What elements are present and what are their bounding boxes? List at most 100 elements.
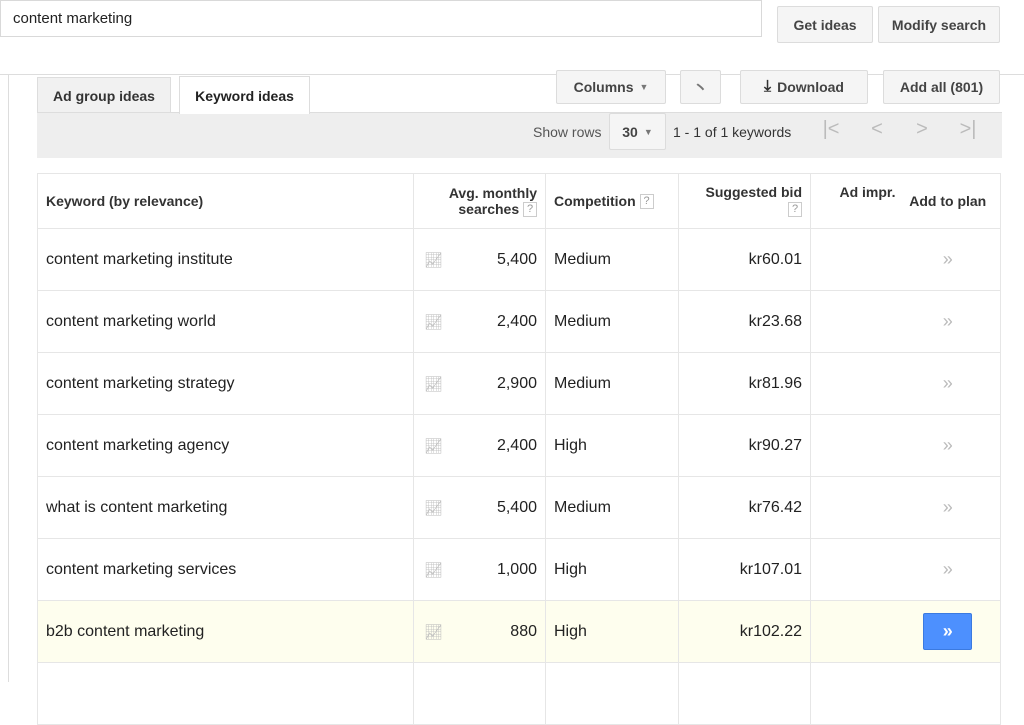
add-to-plan-cell: »	[895, 538, 1001, 601]
tab-ad-group-ideas[interactable]: Ad group ideas	[37, 77, 171, 113]
help-icon[interactable]: ?	[788, 201, 802, 217]
add-to-plan-cell: »	[895, 290, 1001, 353]
bid-cell: kr76.42	[678, 476, 811, 539]
competition-cell: Medium	[545, 476, 679, 539]
keyword-cell: content marketing world	[37, 290, 414, 353]
first-page-icon[interactable]: |<	[811, 118, 851, 141]
trend-chart-icon[interactable]: 📈︎	[424, 499, 443, 517]
header-competition-label: Competition	[554, 192, 636, 209]
searches-value: 2,400	[496, 436, 537, 454]
searches-value: 5,400	[496, 250, 537, 268]
modify-search-button[interactable]: Modify search	[878, 6, 1000, 43]
rows-value: 30	[622, 123, 638, 140]
header-searches-line2: searches	[458, 200, 520, 217]
bid-cell: kr90.27	[678, 414, 811, 477]
competition-cell: Medium	[545, 228, 679, 291]
header-searches[interactable]: Avg. monthly searches ?	[413, 173, 546, 229]
columns-label: Columns	[573, 79, 634, 95]
searches-value: 5,400	[496, 498, 537, 516]
add-to-plan-cell: »	[895, 476, 1001, 539]
table-row: content marketing institute 📈︎ 5,400 Medi…	[37, 228, 1001, 291]
header-bid[interactable]: Suggested bid?	[678, 173, 811, 229]
bid-cell: kr107.01	[678, 538, 811, 601]
header-searches-line1: Avg. monthly	[448, 184, 537, 201]
pager-range: 1 - 1 of 1 keywords	[673, 124, 792, 140]
chart-icon: ⼂	[692, 79, 708, 97]
bid-cell: kr102.22	[678, 600, 811, 663]
trend-chart-icon[interactable]: 📈︎	[424, 313, 443, 331]
bid-cell: kr23.68	[678, 290, 811, 353]
searches-cell: 📈︎ 2,400	[413, 290, 546, 353]
competition-cell: High	[545, 600, 679, 663]
keyword-cell: content marketing agency	[37, 414, 414, 477]
keyword-table: Keyword (by relevance) Avg. monthly searc…	[37, 173, 1001, 725]
trend-chart-icon[interactable]: 📈︎	[424, 251, 443, 269]
next-page-icon[interactable]: >	[902, 118, 942, 141]
table-row	[37, 662, 1001, 725]
add-to-plan-icon[interactable]: »	[943, 373, 953, 393]
searches-value: 2,900	[496, 374, 537, 392]
ad-impr-cell	[810, 352, 896, 415]
chevron-down-icon: ▼	[643, 126, 653, 137]
add-to-plan-icon[interactable]: »	[943, 497, 953, 517]
ad-impr-cell	[810, 538, 896, 601]
get-ideas-button[interactable]: Get ideas	[777, 6, 873, 43]
keyword-cell: b2b content marketing	[37, 600, 414, 663]
keyword-cell: content marketing institute	[37, 228, 414, 291]
add-all-button[interactable]: Add all (801)	[883, 70, 1000, 104]
keyword-cell: content marketing strategy	[37, 352, 414, 415]
searches-cell: 📈︎ 5,400	[413, 476, 546, 539]
chevron-down-icon: ▼	[639, 82, 649, 92]
prev-page-icon[interactable]: <	[857, 118, 897, 141]
competition-cell: Medium	[545, 290, 679, 353]
competition-cell: Medium	[545, 352, 679, 415]
searches-value: 2,400	[496, 312, 537, 330]
trend-chart-icon[interactable]: 📈︎	[424, 623, 443, 641]
add-to-plan-icon[interactable]: »	[943, 311, 953, 331]
table-row: content marketing agency 📈︎ 2,400 High kr…	[37, 414, 1001, 477]
searches-cell: 📈︎ 1,000	[413, 538, 546, 601]
add-to-plan-icon[interactable]: »	[943, 559, 953, 579]
table-row: what is content marketing 📈︎ 5,400 Medium…	[37, 476, 1001, 539]
table-row: content marketing services 📈︎ 1,000 High …	[37, 538, 1001, 601]
searches-cell: 📈︎ 880	[413, 600, 546, 663]
add-to-plan-cell: »	[895, 228, 1001, 291]
table-row: b2b content marketing 📈︎ 880 High kr102.2…	[37, 600, 1001, 663]
searches-cell: 📈︎ 2,400	[413, 414, 546, 477]
header-add-to-plan: Add to plan	[895, 173, 1001, 229]
add-to-plan-button[interactable]: »	[923, 613, 973, 650]
searches-value: 1,000	[496, 560, 537, 578]
tab-keyword-ideas[interactable]: Keyword ideas	[179, 76, 310, 114]
trend-chart-icon[interactable]: 📈︎	[424, 561, 443, 579]
trend-chart-icon[interactable]: 📈︎	[424, 375, 443, 393]
searches-cell: 📈︎ 2,900	[413, 352, 546, 415]
keyword-cell: what is content marketing	[37, 476, 414, 539]
chart-button[interactable]: ⼂	[680, 70, 721, 104]
add-to-plan-icon[interactable]: »	[943, 435, 953, 455]
search-input[interactable]	[0, 0, 762, 37]
table-row: content marketing strategy 📈︎ 2,900 Mediu…	[37, 352, 1001, 415]
table-row: content marketing world 📈︎ 2,400 Medium k…	[37, 290, 1001, 353]
download-icon: ⤓	[764, 78, 772, 95]
searches-cell: 📈︎ 5,400	[413, 228, 546, 291]
add-to-plan-icon[interactable]: »	[943, 249, 953, 269]
ad-impr-cell	[810, 476, 896, 539]
rows-select[interactable]: 30 ▼	[609, 113, 666, 150]
add-to-plan-cell: »	[895, 600, 1001, 663]
last-page-icon[interactable]: >|	[948, 118, 988, 141]
trend-chart-icon[interactable]: 📈︎	[424, 437, 443, 455]
competition-cell: High	[545, 538, 679, 601]
show-rows-label: Show rows	[533, 124, 602, 140]
header-competition[interactable]: Competition ?	[545, 173, 679, 229]
help-icon[interactable]: ?	[523, 202, 537, 218]
header-keyword[interactable]: Keyword (by relevance)	[37, 173, 414, 229]
download-label: Download	[777, 79, 844, 95]
download-button[interactable]: ⤓ Download	[740, 70, 868, 104]
add-to-plan-cell: »	[895, 352, 1001, 415]
help-icon[interactable]: ?	[639, 194, 654, 210]
columns-button[interactable]: Columns ▼	[556, 70, 666, 104]
ad-impr-cell	[810, 600, 896, 663]
divider	[0, 74, 1024, 75]
header-ad-impr[interactable]: Ad impr.	[810, 173, 896, 229]
ad-impr-cell	[810, 414, 896, 477]
